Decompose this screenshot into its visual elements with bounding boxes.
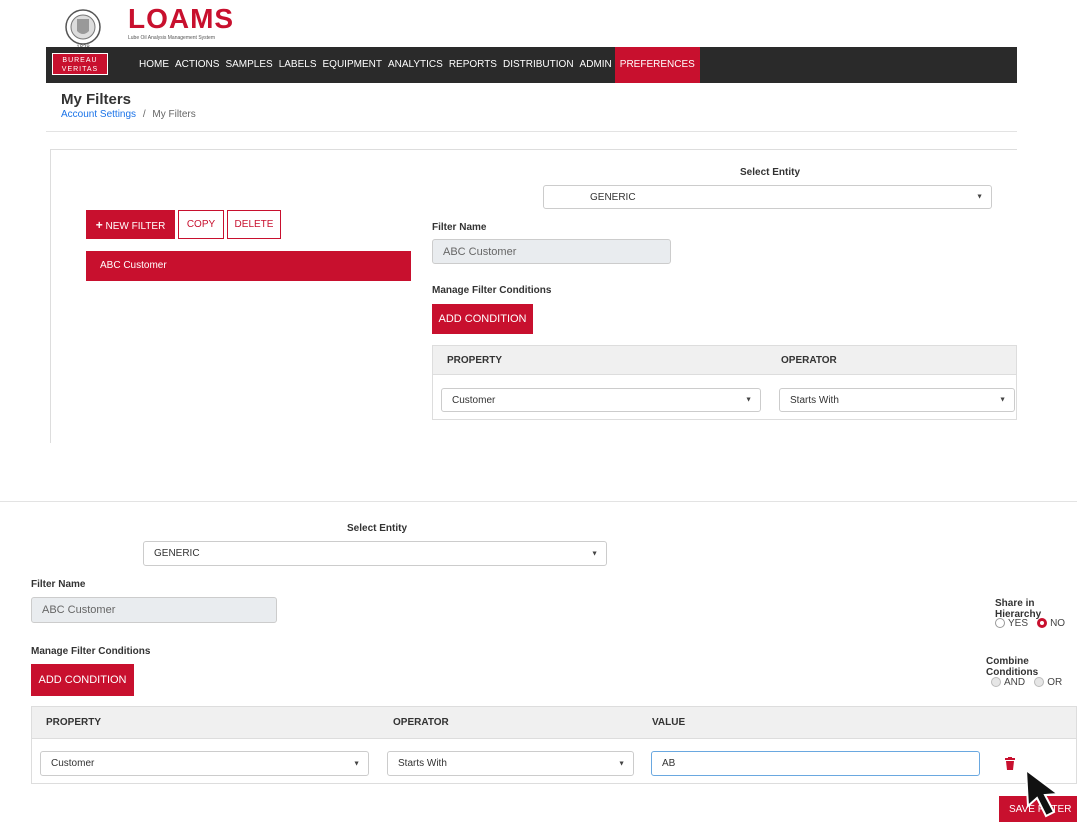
- chevron-down-icon: ▼: [591, 550, 598, 557]
- trash-icon[interactable]: [1004, 757, 1016, 771]
- loams-logo[interactable]: LOAMS Lube Oil Analysis Management Syste…: [128, 3, 235, 42]
- add-condition-button-2[interactable]: ADD CONDITION: [31, 664, 134, 696]
- col-property: PROPERTY: [447, 355, 503, 366]
- bureau-veritas-badge: BUREAU VERITAS: [52, 53, 108, 75]
- badge-line-2: VERITAS: [61, 66, 99, 73]
- new-filter-button[interactable]: + NEW FILTER: [86, 210, 175, 239]
- col-operator: OPERATOR: [781, 355, 837, 366]
- nav-item-reports[interactable]: REPORTS: [446, 47, 500, 83]
- combine-conditions-label: Combine Conditions: [986, 656, 1039, 678]
- property-select[interactable]: Customer ▼: [441, 388, 761, 412]
- breadcrumb-current: My Filters: [152, 109, 196, 120]
- nav-item-actions[interactable]: ACTIONS: [172, 47, 222, 83]
- header-divider: [46, 131, 1017, 132]
- breadcrumb: Account Settings / My Filters: [61, 109, 196, 120]
- conditions-table-header: PROPERTY OPERATOR: [432, 345, 1017, 375]
- combine-conditions-radios: AND OR: [991, 676, 1068, 688]
- filter-name-input-2[interactable]: ABC Customer: [31, 597, 277, 623]
- chevron-down-icon: ▼: [618, 760, 625, 767]
- breadcrumb-separator: /: [142, 109, 146, 120]
- chevron-down-icon: ▼: [353, 760, 360, 767]
- nav-item-equipment[interactable]: EQUIPMENT: [320, 47, 385, 83]
- copy-button[interactable]: COPY: [178, 210, 224, 239]
- select-entity-label-2: Select Entity: [347, 523, 408, 534]
- add-condition-button[interactable]: ADD CONDITION: [432, 304, 533, 334]
- filter-name-label-2: Filter Name: [31, 579, 86, 590]
- col-property-2: PROPERTY: [46, 717, 102, 728]
- delete-button[interactable]: DELETE: [227, 210, 281, 239]
- combine-or-radio[interactable]: [1034, 677, 1045, 688]
- chevron-down-icon: ▼: [999, 396, 1006, 404]
- chevron-down-icon: ▼: [745, 396, 752, 404]
- conditions-table-header-2: PROPERTY OPERATOR VALUE: [31, 706, 1077, 739]
- manage-conditions-label-2: Manage Filter Conditions: [31, 646, 151, 657]
- entity-select-value: GENERIC: [590, 191, 636, 203]
- plus-icon: +: [95, 217, 103, 232]
- col-operator-2: OPERATOR: [393, 717, 449, 728]
- nav-item-home[interactable]: HOME: [136, 47, 172, 83]
- nav-item-analytics[interactable]: ANALYTICS: [385, 47, 446, 83]
- operator-select-2[interactable]: Starts With ▼: [387, 751, 634, 776]
- nav-item-preferences[interactable]: PREFERENCES: [614, 47, 700, 83]
- section-divider: [0, 501, 1077, 502]
- mouse-pointer-icon: [1024, 767, 1070, 820]
- nav-item-samples[interactable]: SAMPLES: [222, 47, 275, 83]
- app-tagline: Lube Oil Analysis Management System: [128, 35, 215, 41]
- filter-name-label: Filter Name: [432, 222, 487, 233]
- entity-select-2[interactable]: GENERIC ▼: [143, 541, 607, 566]
- combine-and-radio[interactable]: [991, 677, 1001, 688]
- property-select-2[interactable]: Customer ▼: [40, 751, 369, 776]
- main-navbar: BUREAU VERITAS HOME ACTIONS SAMPLES LABELS E…: [46, 47, 1017, 83]
- filter-list-item[interactable]: ABC Customer: [86, 251, 411, 281]
- filter-name-input[interactable]: ABC Customer: [432, 239, 671, 264]
- nav-items: HOME ACTIONS SAMPLES LABELS EQUIPMENT ANALYTI…: [136, 47, 700, 83]
- badge-line-1: BUREAU: [62, 57, 98, 64]
- chevron-down-icon: ▼: [976, 193, 983, 201]
- breadcrumb-account-settings[interactable]: Account Settings: [61, 109, 136, 120]
- app-name: LOAMS: [128, 3, 235, 34]
- select-entity-label: Select Entity: [740, 167, 801, 178]
- manage-conditions-label: Manage Filter Conditions: [432, 285, 552, 296]
- value-input[interactable]: AB: [651, 751, 980, 776]
- page-title: My Filters: [61, 91, 132, 108]
- operator-select[interactable]: Starts With ▼: [779, 388, 1015, 412]
- col-value: VALUE: [652, 717, 686, 728]
- entity-select[interactable]: GENERIC ▼: [543, 185, 992, 209]
- share-yes-radio[interactable]: [995, 618, 1005, 629]
- nav-item-labels[interactable]: LABELS: [276, 47, 320, 83]
- share-hierarchy-radios: YES NO: [995, 617, 1071, 629]
- share-no-radio[interactable]: [1037, 618, 1048, 629]
- nav-item-distribution[interactable]: DISTRIBUTION: [500, 47, 577, 83]
- nav-item-admin[interactable]: ADMIN: [577, 47, 615, 83]
